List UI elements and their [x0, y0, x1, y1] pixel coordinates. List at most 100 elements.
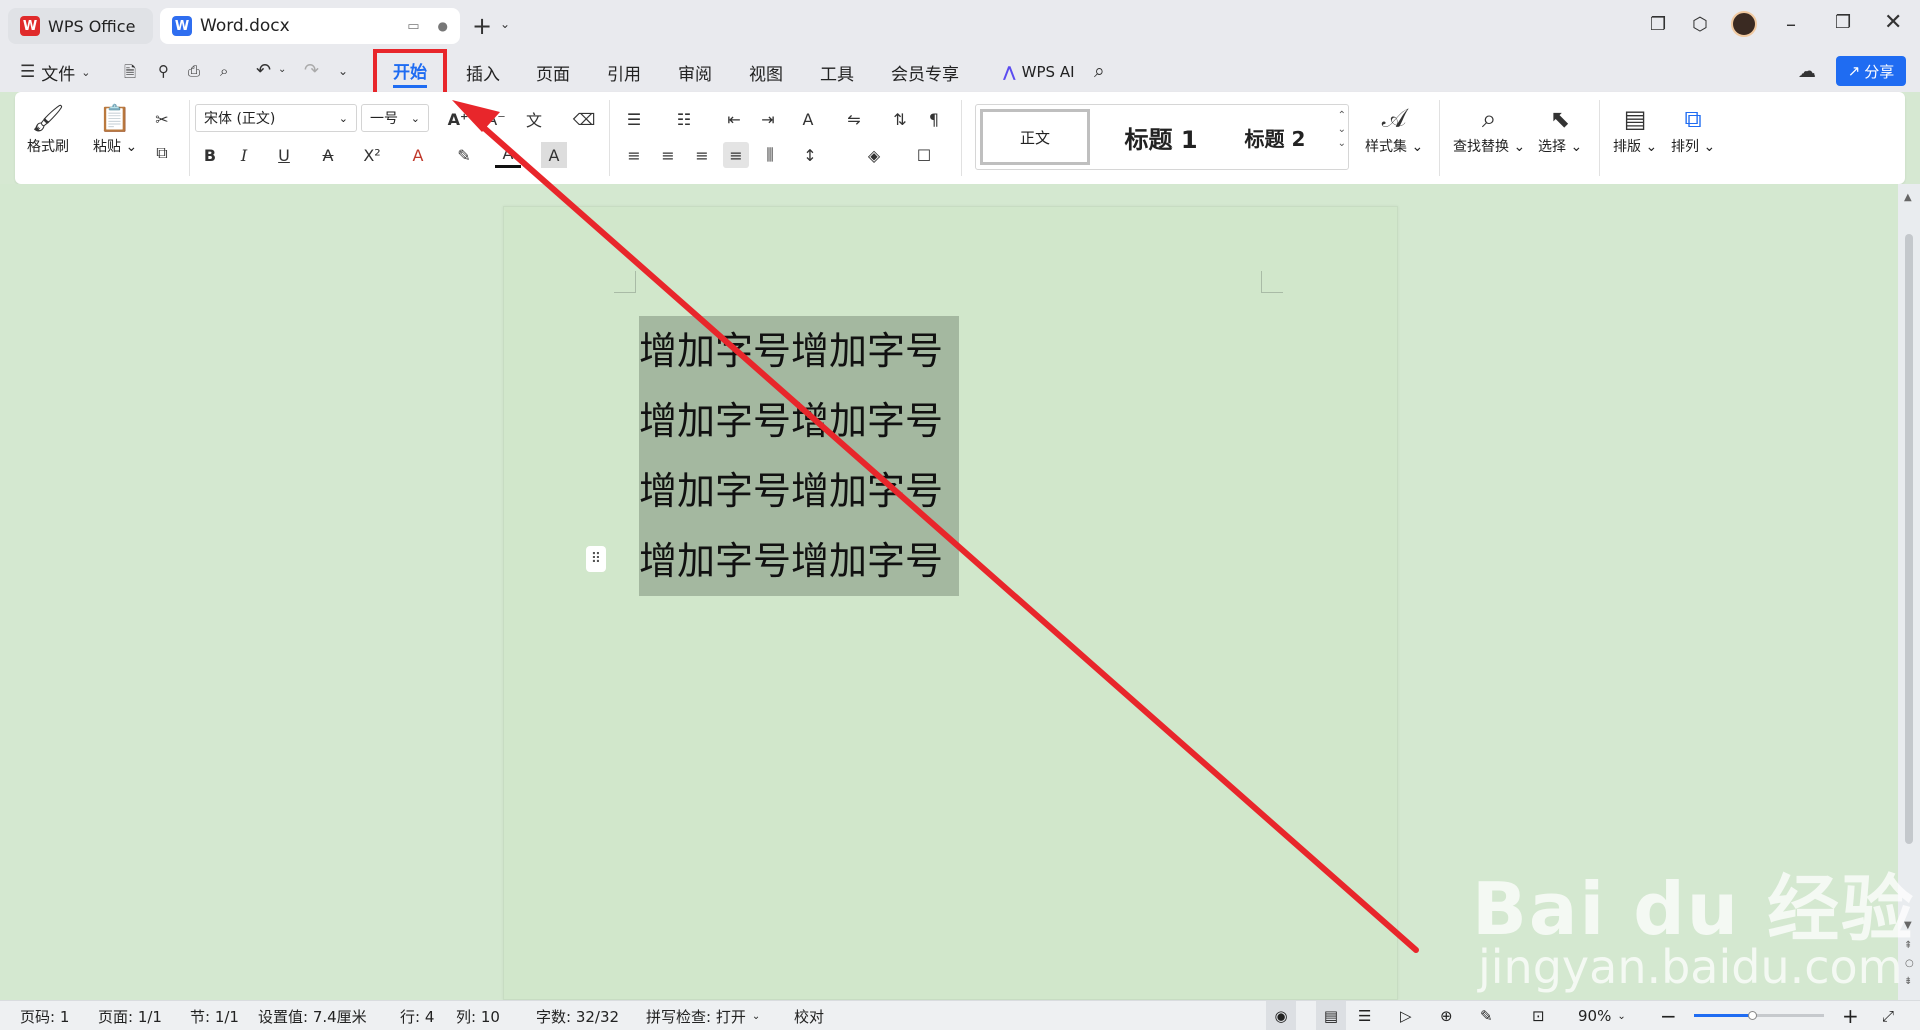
text-line[interactable]: 增加字号增加字号 — [639, 456, 959, 526]
font-name-select[interactable]: 宋体 (正文) ⌄ — [195, 104, 357, 132]
status-word-count[interactable]: 字数: 32/32 — [536, 1001, 619, 1030]
tab-insert[interactable]: 插入 — [466, 52, 500, 92]
text-line[interactable]: 增加字号增加字号 — [639, 526, 959, 596]
change-case-icon[interactable]: A — [795, 106, 821, 132]
zoom-slider-thumb[interactable] — [1748, 1011, 1757, 1020]
undo-icon[interactable]: ↶ — [256, 60, 271, 81]
page-view-icon[interactable]: ▤ — [1316, 1001, 1346, 1030]
decrease-indent-icon[interactable]: ⇤ — [721, 106, 747, 132]
save-icon[interactable]: 🗎 — [124, 62, 136, 87]
restore-icon[interactable]: ❐ — [1835, 12, 1851, 33]
file-menu[interactable]: ☰ 文件 ⌄ — [20, 52, 90, 92]
decrease-font-icon[interactable]: A⁻ — [483, 106, 509, 132]
browse-object-icon[interactable]: ○ — [1905, 958, 1914, 969]
text-line[interactable]: 增加字号增加字号 — [639, 316, 959, 386]
zoom-in-icon[interactable]: + — [1842, 1001, 1859, 1030]
format-painter-button[interactable]: 🖌 格式刷 — [27, 102, 69, 156]
close-icon[interactable]: ✕ — [1884, 10, 1902, 35]
phonetic-icon[interactable]: 文 — [521, 106, 547, 132]
font-color-icon[interactable]: A — [495, 142, 521, 168]
edit-pen-icon[interactable]: ✎ — [1480, 1001, 1493, 1030]
fit-page-icon[interactable]: ⊡ — [1532, 1001, 1545, 1030]
play-icon[interactable]: ▷ — [1400, 1001, 1412, 1030]
font-size-select[interactable]: 一号 ⌄ — [361, 104, 429, 132]
tab-list-chevron-icon[interactable]: ⌄ — [500, 17, 510, 31]
text-line[interactable]: 增加字号增加字号 — [639, 386, 959, 456]
outline-view-icon[interactable]: ☰ — [1358, 1001, 1371, 1030]
spell-check-toggle[interactable]: 拼写检查: 打开 ⌄ — [646, 1001, 760, 1030]
select-button[interactable]: ⬉ 选择 ⌄ — [1538, 102, 1582, 156]
highlight-icon[interactable]: ✎ — [451, 142, 477, 168]
style-normal[interactable]: 正文 — [980, 109, 1090, 165]
tab-references[interactable]: 引用 — [607, 52, 641, 92]
cube-icon[interactable]: ⬡ — [1692, 14, 1708, 35]
new-tab-plus-icon[interactable]: + — [472, 12, 492, 40]
zoom-select[interactable]: 90% ⌄ — [1578, 1001, 1626, 1030]
align-center-icon[interactable]: ≡ — [655, 142, 681, 168]
next-page-icon[interactable]: ⇟ — [1904, 976, 1912, 987]
arrange-button[interactable]: ⧉ 排列 ⌄ — [1671, 102, 1715, 156]
gallery-scroll-icon[interactable]: ⌃ ⌄ ⌄ — [1338, 109, 1346, 151]
layout-button[interactable]: ▤ 排版 ⌄ — [1613, 102, 1657, 156]
eraser-icon[interactable]: ⌫ — [571, 106, 597, 132]
eye-protection-icon[interactable]: ◉ — [1266, 1001, 1296, 1030]
superscript-icon[interactable]: X² — [359, 142, 385, 168]
scroll-thumb[interactable] — [1905, 234, 1913, 844]
increase-indent-icon[interactable]: ⇥ — [755, 106, 781, 132]
status-position[interactable]: 设置值: 7.4厘米 — [258, 1001, 367, 1030]
share-button[interactable]: ↗ 分享 — [1836, 56, 1906, 86]
zoom-out-icon[interactable]: − — [1660, 1001, 1677, 1030]
tab-view[interactable]: 视图 — [749, 52, 783, 92]
print-icon[interactable]: ⎙ — [188, 62, 200, 80]
find-replace-button[interactable]: ⌕ 查找替换 ⌄ — [1453, 102, 1525, 156]
distribute-icon[interactable]: ⫼ — [757, 142, 783, 168]
print-preview-icon[interactable]: ⌕ — [220, 62, 228, 80]
tab-home[interactable]: 开始 — [373, 49, 447, 96]
style-set-button[interactable]: 𝒜 样式集 ⌄ — [1365, 102, 1423, 156]
style-heading-1[interactable]: 标题 1 — [1106, 109, 1216, 165]
undo-chevron-icon[interactable]: ⌄ — [278, 64, 286, 75]
align-right-icon[interactable]: ≡ — [689, 142, 715, 168]
cut-icon[interactable]: ✂ — [149, 106, 175, 132]
monitor-icon[interactable]: ▭ — [407, 19, 419, 34]
fullscreen-icon[interactable]: ⤢ — [1882, 1001, 1894, 1030]
bullet-list-icon[interactable]: ☰ — [621, 106, 647, 132]
italic-icon[interactable]: I — [231, 142, 257, 168]
redo-icon[interactable]: ↷ — [304, 60, 319, 81]
strikethrough-icon[interactable]: A — [315, 142, 341, 168]
tab-tools[interactable]: 工具 — [820, 52, 854, 92]
bold-icon[interactable]: B — [197, 142, 223, 168]
scroll-up-icon[interactable]: ▲ — [1904, 192, 1912, 203]
sort-icon[interactable]: ⇅ — [887, 106, 913, 132]
search-icon[interactable]: ⌕ — [1094, 60, 1105, 82]
justify-icon[interactable]: ≡ — [723, 142, 749, 168]
borders-icon[interactable]: ☐ — [911, 142, 937, 168]
tab-word-docx[interactable]: W Word.docx ▭ ● — [160, 8, 460, 44]
style-heading-2[interactable]: 标题 2 — [1220, 109, 1330, 165]
avatar[interactable] — [1731, 11, 1757, 37]
zoom-slider[interactable] — [1694, 1011, 1824, 1020]
show-marks-icon[interactable]: ¶ — [921, 106, 947, 132]
cloud-icon[interactable]: ☁ — [1798, 61, 1816, 82]
shading-icon[interactable]: ◈ — [861, 142, 887, 168]
tab-review[interactable]: 审阅 — [678, 52, 712, 92]
more-chevron-icon[interactable]: ⌄ — [338, 64, 348, 78]
underline-icon[interactable]: U — [271, 142, 297, 168]
minimize-icon[interactable]: – — [1786, 12, 1796, 36]
paragraph-drag-handle-icon[interactable]: ⠿ — [586, 546, 606, 572]
wps-ai-button[interactable]: ⋀ WPS AI — [1003, 52, 1075, 92]
text-effect-icon[interactable]: A — [405, 142, 431, 168]
proofread-button[interactable]: 校对 — [794, 1001, 824, 1030]
link-icon[interactable]: ⚲ — [158, 62, 169, 80]
increase-font-icon[interactable]: A⁺ — [445, 106, 471, 132]
copy-icon[interactable]: ⧉ — [149, 140, 175, 166]
tab-member[interactable]: 会员专享 — [891, 52, 959, 92]
web-view-icon[interactable]: ⊕ — [1440, 1001, 1453, 1030]
tab-wps-office[interactable]: W WPS Office — [8, 8, 153, 44]
paste-button[interactable]: 📋 粘贴 ⌄ — [93, 102, 137, 156]
tab-page[interactable]: 页面 — [536, 52, 570, 92]
line-spacing-icon[interactable]: ↕ — [797, 142, 823, 168]
window-tile-icon[interactable]: ❐ — [1650, 14, 1666, 35]
numbered-list-icon[interactable]: ☷ — [671, 106, 697, 132]
text-direction-icon[interactable]: ⇋ — [841, 106, 867, 132]
